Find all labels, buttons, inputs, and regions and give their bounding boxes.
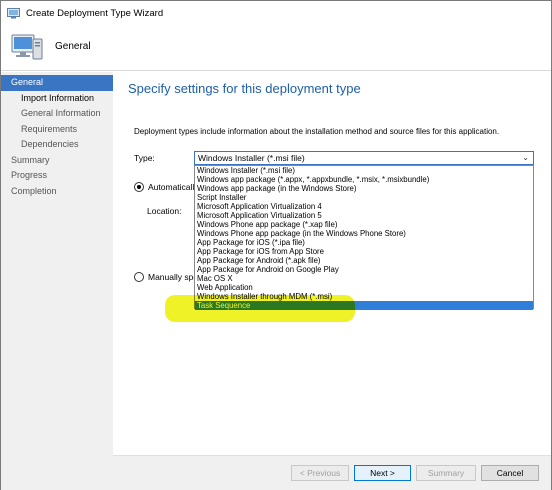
dropdown-option[interactable]: App Package for iOS (*.ipa file) xyxy=(195,238,533,247)
wizard-app-icon xyxy=(7,7,20,19)
dropdown-option[interactable]: Microsoft Application Virtualization 5 xyxy=(195,211,533,220)
window-title: Create Deployment Type Wizard xyxy=(26,7,164,19)
header-title: General xyxy=(55,41,91,52)
dropdown-option[interactable]: Web Application xyxy=(195,283,533,292)
computer-icon xyxy=(9,29,45,65)
highlighter-annotation xyxy=(165,295,355,322)
type-dropdown-list[interactable]: Windows Installer (*.msi file) Windows a… xyxy=(194,165,534,310)
dropdown-option[interactable]: Windows app package (in the Windows Stor… xyxy=(195,184,533,193)
dropdown-option[interactable]: App Package for Android on Google Play xyxy=(195,265,533,274)
previous-button[interactable]: < Previous xyxy=(291,465,349,481)
chevron-down-icon[interactable]: ⌄ xyxy=(522,153,529,162)
dropdown-option[interactable]: Windows Phone app package (in the Window… xyxy=(195,229,533,238)
manual-specify-label[interactable]: Manually specify the deployment type inf… xyxy=(148,272,195,282)
nav-item-completion[interactable]: Completion xyxy=(1,184,113,200)
summary-button[interactable]: Summary xyxy=(416,465,476,481)
nav-item-summary[interactable]: Summary xyxy=(1,153,113,169)
nav-item-progress[interactable]: Progress xyxy=(1,168,113,184)
nav-item-general-information[interactable]: General Information xyxy=(1,106,113,122)
dropdown-option[interactable]: App Package for iOS from App Store xyxy=(195,247,533,256)
wizard-header: General xyxy=(1,25,551,71)
dropdown-option[interactable]: App Package for Android (*.apk file) xyxy=(195,256,533,265)
dropdown-option[interactable]: Windows Phone app package (*.xap file) xyxy=(195,220,533,229)
dropdown-option[interactable]: Windows app package (*.appx, *.appxbundl… xyxy=(195,175,533,184)
type-select[interactable]: Windows Installer (*.msi file) ⌄ xyxy=(194,151,534,165)
dropdown-option[interactable]: Script Installer xyxy=(195,193,533,202)
wizard-window: Create Deployment Type Wizard General Ge… xyxy=(0,0,552,490)
manual-specify-radio[interactable] xyxy=(134,272,144,282)
wizard-footer: < Previous Next > Summary Cancel xyxy=(113,455,551,490)
location-label: Location: xyxy=(147,206,182,216)
dropdown-option[interactable]: Microsoft Application Virtualization 4 xyxy=(195,202,533,211)
cancel-button[interactable]: Cancel xyxy=(481,465,539,481)
type-label: Type: xyxy=(134,153,155,163)
nav-item-general[interactable]: General xyxy=(1,75,113,91)
wizard-content: Specify settings for this deployment typ… xyxy=(113,72,551,455)
auto-identify-radio[interactable] xyxy=(134,182,144,192)
wizard-nav: General Import Information General Infor… xyxy=(1,72,113,490)
page-title: Specify settings for this deployment typ… xyxy=(128,81,361,96)
auto-identify-label[interactable]: Automatically identify information about… xyxy=(148,182,195,192)
next-button[interactable]: Next > xyxy=(354,465,411,481)
nav-item-requirements[interactable]: Requirements xyxy=(1,122,113,138)
title-bar: Create Deployment Type Wizard xyxy=(1,1,551,25)
dropdown-option[interactable]: Mac OS X xyxy=(195,274,533,283)
dropdown-option[interactable]: Windows Installer (*.msi file) xyxy=(195,166,533,175)
nav-item-import-information[interactable]: Import Information xyxy=(1,91,113,107)
type-selected-value: Windows Installer (*.msi file) xyxy=(198,153,305,163)
nav-item-dependencies[interactable]: Dependencies xyxy=(1,137,113,153)
page-description: Deployment types include information abo… xyxy=(134,127,500,136)
